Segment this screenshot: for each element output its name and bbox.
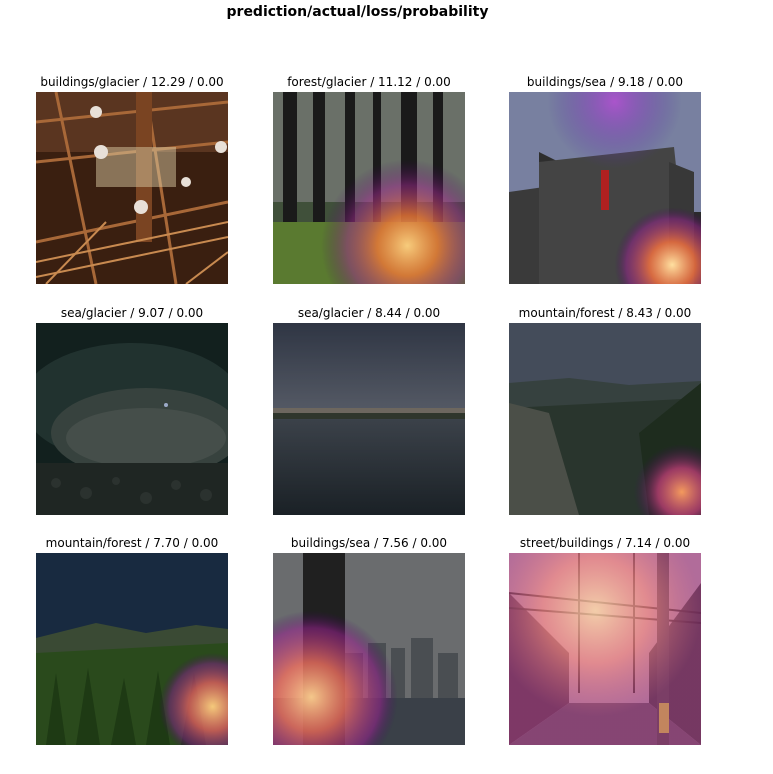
panel-2-image bbox=[273, 92, 465, 284]
panel-2-title: forest/glacier / 11.12 / 0.00 bbox=[287, 75, 451, 89]
panel-1-image bbox=[36, 92, 228, 284]
forest-hill-image bbox=[36, 553, 228, 745]
panel-8-image bbox=[273, 553, 465, 745]
wooden-interior-image bbox=[36, 92, 228, 284]
dark-building-image bbox=[509, 92, 701, 284]
panel-5-title: sea/glacier / 8.44 / 0.00 bbox=[297, 306, 441, 320]
ice-cave-image bbox=[36, 323, 228, 515]
panel-4-image bbox=[36, 323, 228, 515]
forest-heatmap-image bbox=[273, 92, 465, 284]
panel-3-image bbox=[509, 92, 701, 284]
panel-7-image bbox=[36, 553, 228, 745]
figure-title: prediction/actual/loss/probability bbox=[226, 4, 489, 20]
panel-9-title: street/buildings / 7.14 / 0.00 bbox=[519, 536, 691, 550]
lake-storm-image bbox=[273, 323, 465, 515]
panel-9-image bbox=[509, 553, 701, 745]
mountain-valley-image bbox=[509, 323, 701, 515]
panel-5-image bbox=[273, 323, 465, 515]
panel-1-title: buildings/glacier / 12.29 / 0.00 bbox=[40, 75, 224, 89]
panel-8-title: buildings/sea / 7.56 / 0.00 bbox=[290, 536, 448, 550]
panel-3-title: buildings/sea / 9.18 / 0.00 bbox=[526, 75, 684, 89]
panel-7-title: mountain/forest / 7.70 / 0.00 bbox=[45, 536, 219, 550]
panel-6-image bbox=[509, 323, 701, 515]
panel-6-title: mountain/forest / 8.43 / 0.00 bbox=[518, 306, 692, 320]
city-skyline-image bbox=[273, 553, 465, 745]
alley-street-image bbox=[509, 553, 701, 745]
panel-4-title: sea/glacier / 9.07 / 0.00 bbox=[60, 306, 204, 320]
